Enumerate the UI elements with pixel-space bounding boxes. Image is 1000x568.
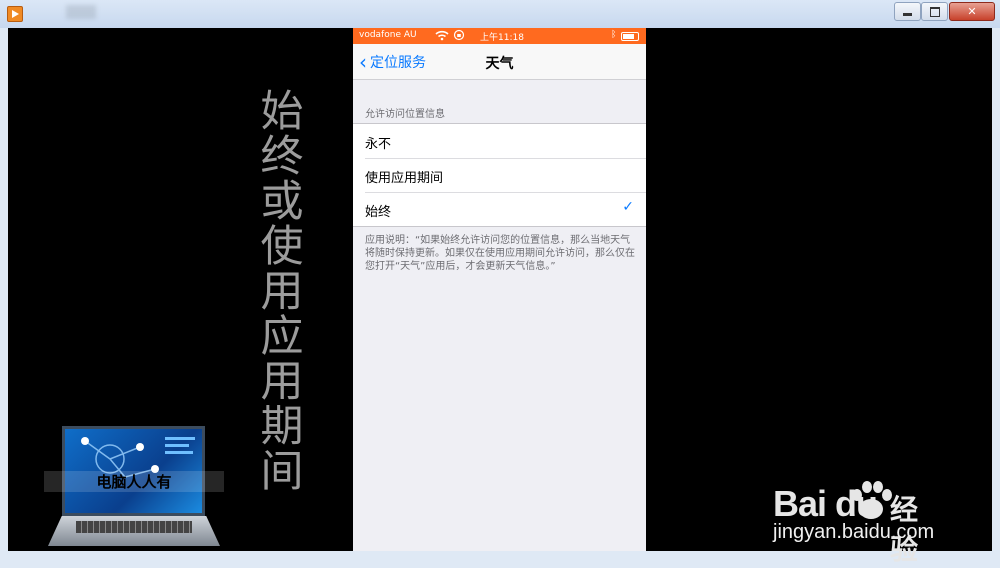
app-description: 应用说明：“如果始终允许访问您的位置信息，那么当地天气将随时保持更新。如果仅在使… <box>365 235 635 272</box>
carrier-label: vodafone AU <box>359 30 417 40</box>
app-icon <box>7 6 23 22</box>
nav-title: 天气 <box>485 56 514 72</box>
baidu-watermark: Bai du 经验 jingyan.baidu.com <box>773 481 934 566</box>
option-always[interactable]: 始终 ✓ <box>353 192 646 226</box>
minimize-button[interactable] <box>894 2 921 21</box>
battery-icon <box>621 32 639 41</box>
status-time: 上午11:18 <box>480 33 524 43</box>
checkmark-icon: ✓ <box>622 199 634 215</box>
maximize-button[interactable] <box>921 2 948 21</box>
option-label: 使用应用期间 <box>365 171 444 186</box>
laptop-logo: 电脑人人有 <box>44 421 224 551</box>
logo-caption: 电脑人人有 <box>44 471 224 492</box>
side-caption: 始终或使用应用期间 <box>253 88 303 493</box>
navigation-bar: ‹ 定位服务 天气 <box>353 44 646 80</box>
section-header: 允许访问位置信息 <box>365 109 445 120</box>
option-label: 始终 <box>365 205 392 220</box>
close-button[interactable]: ✕ <box>949 2 995 21</box>
option-label: 永不 <box>365 137 392 152</box>
window-titlebar: ✕ <box>0 0 1000 28</box>
option-while-using[interactable]: 使用应用期间 <box>353 158 646 192</box>
baidu-jingyan-text: 经验 <box>890 493 919 566</box>
minimize-icon <box>903 13 912 16</box>
close-icon: ✕ <box>967 5 977 18</box>
laptop-keyboard <box>76 521 192 533</box>
option-never[interactable]: 永不 <box>353 124 646 158</box>
phone-screen: vodafone AU 上午11:18 ᛒ ‹ 定位服务 天气 允许访问位置信息… <box>353 28 646 551</box>
status-bar: vodafone AU 上午11:18 ᛒ <box>353 28 646 44</box>
maximize-icon <box>929 6 940 17</box>
bluetooth-icon: ᛒ <box>611 30 617 40</box>
window-title-blurred <box>66 5 96 19</box>
wifi-icon <box>435 29 449 44</box>
location-access-options: 永不 使用应用期间 始终 ✓ <box>353 123 646 227</box>
orientation-lock-icon <box>453 29 465 44</box>
